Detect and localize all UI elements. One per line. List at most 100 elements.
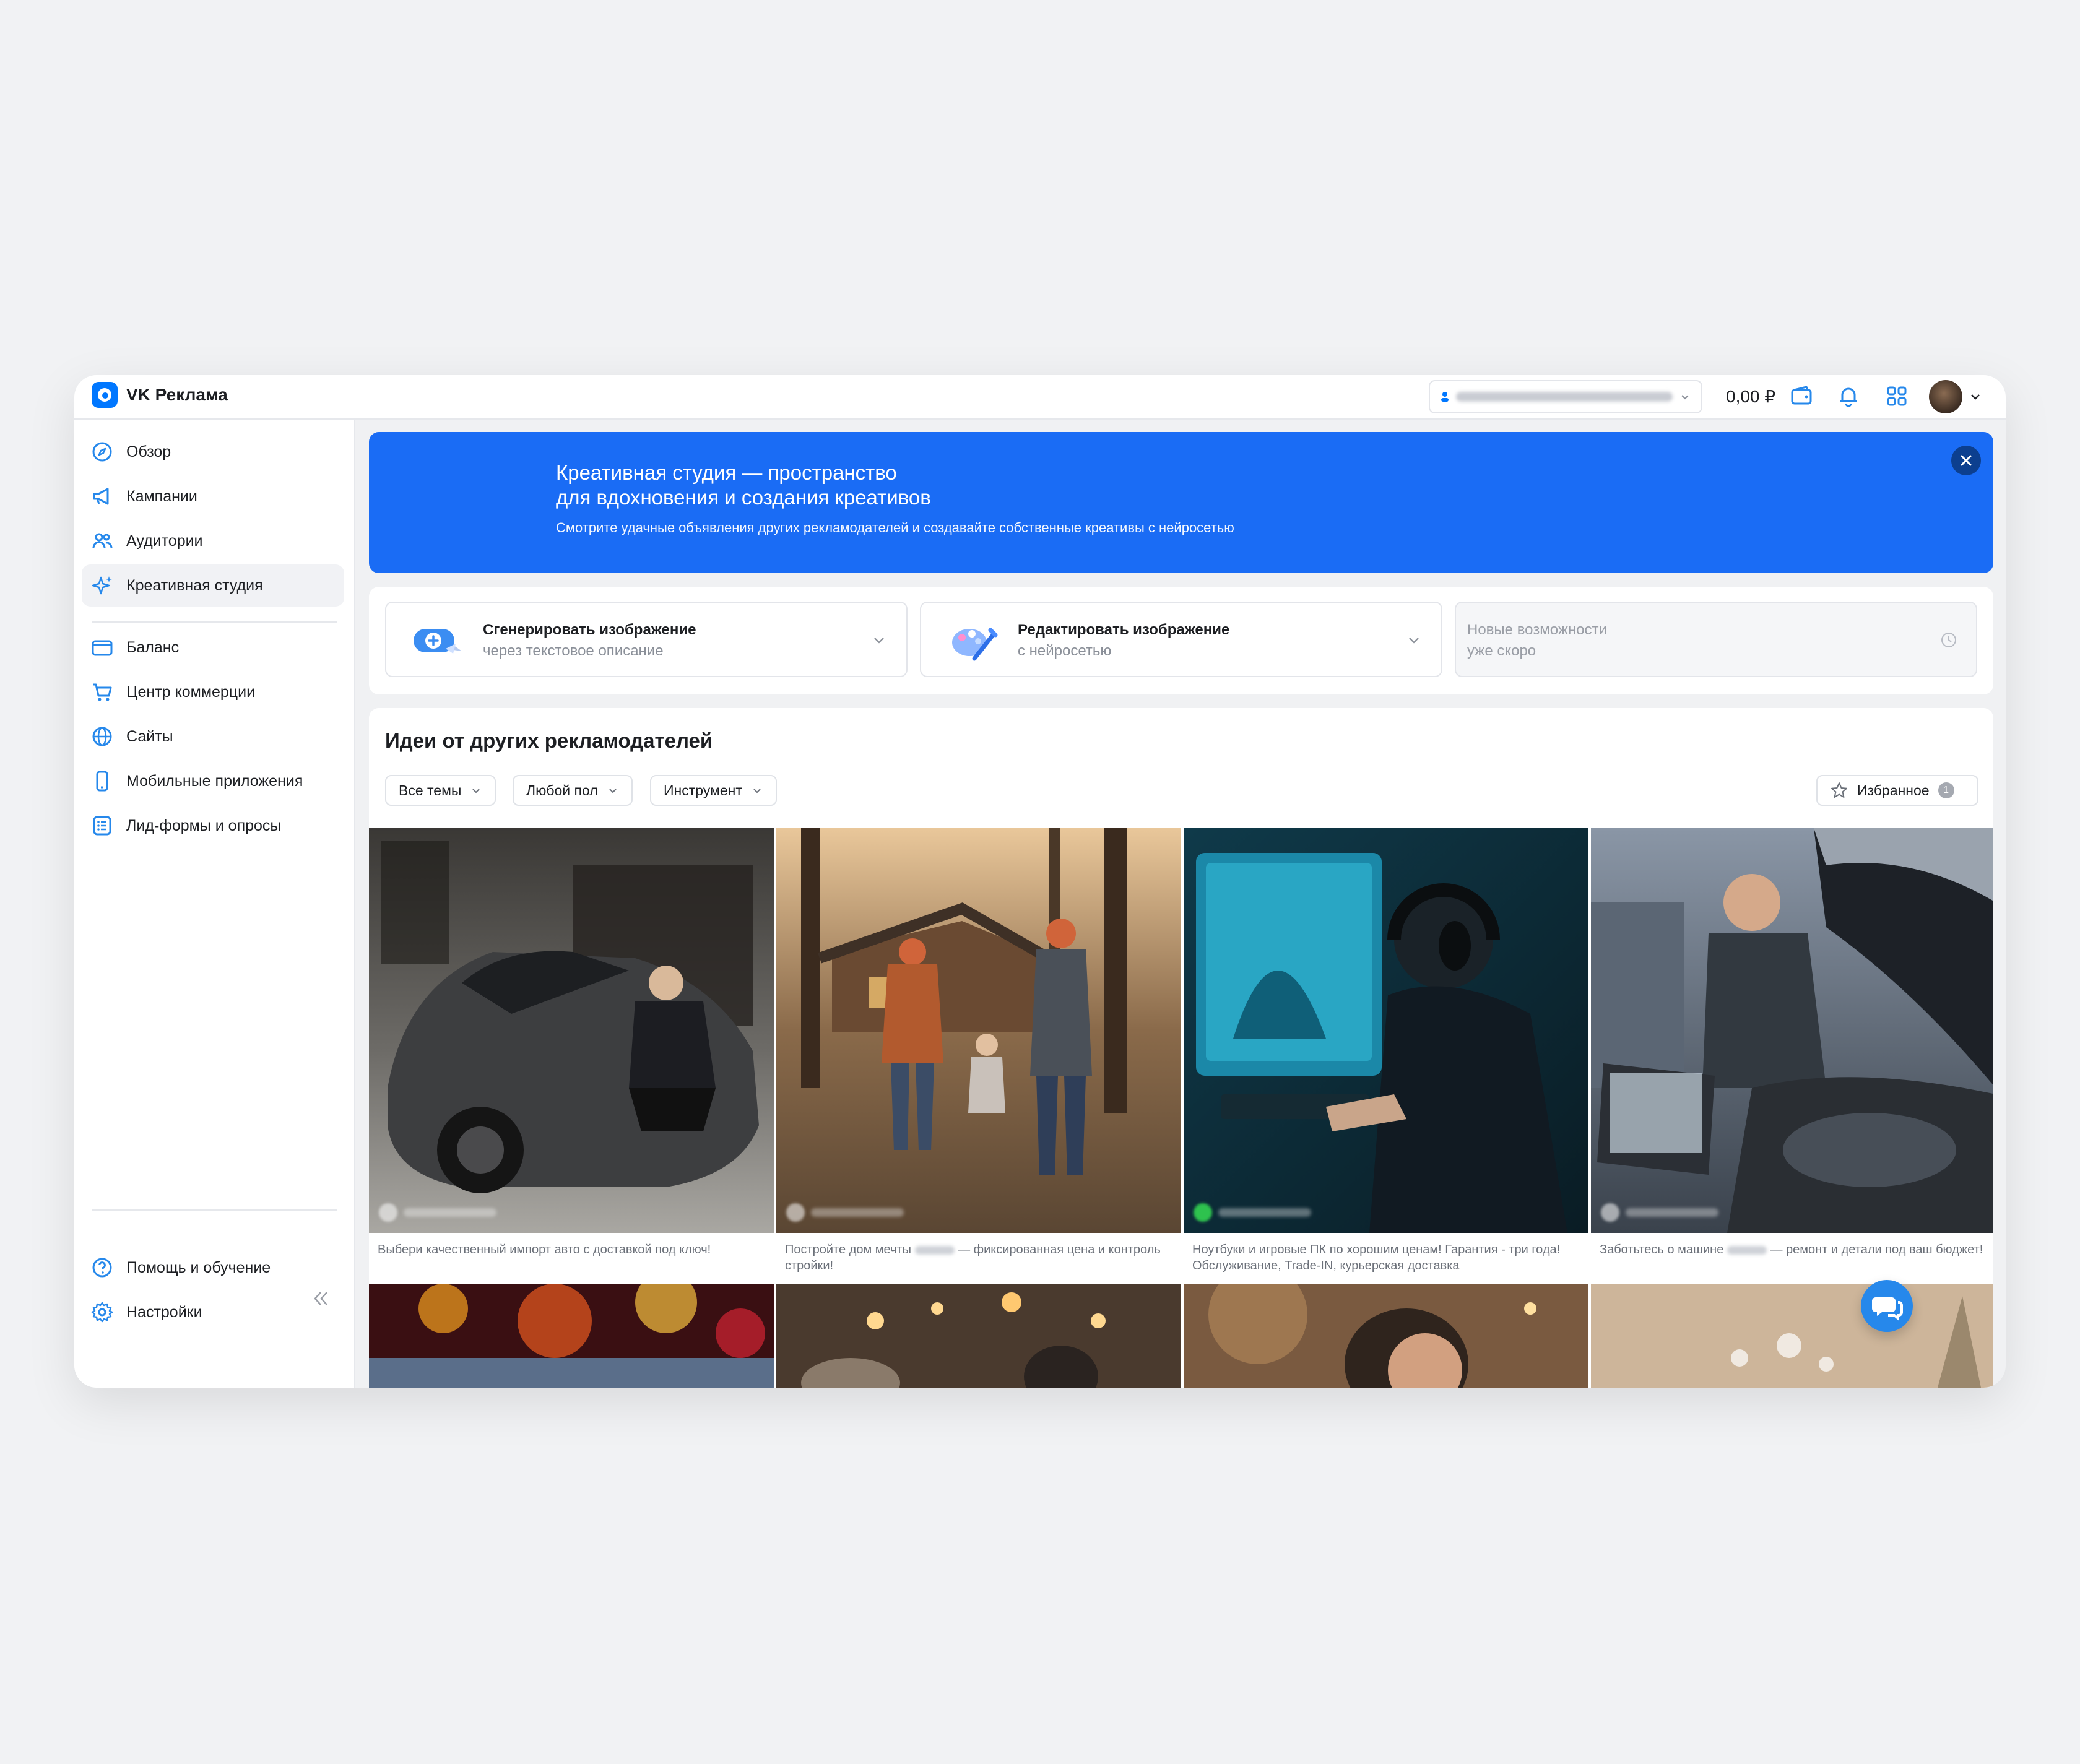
advertiser-watermark [1194,1203,1311,1222]
ad-image-gamer[interactable] [1184,828,1588,1233]
sidebar: Обзор Кампании Аудитории Креативная студ… [74,420,355,1388]
profile-menu[interactable] [1929,380,1982,413]
globe-icon [92,727,112,746]
sidebar-item-label: Мобильные приложения [126,772,303,790]
idea-card-image-partial[interactable] [369,1284,774,1388]
generate-image-icon [414,629,462,654]
favorites-button[interactable]: Избранное 1 [1816,775,1978,806]
form-icon [93,816,111,836]
filter-topics[interactable]: Все темы [385,775,496,806]
phone-icon [96,771,108,792]
wallet-icon[interactable] [1789,384,1814,409]
sidebar-item-label: Аудитории [126,532,203,550]
tool-subtitle: уже скоро [1467,642,1536,659]
sidebar-item-lead-forms[interactable]: Лид-формы и опросы [82,805,344,847]
ad-image-car-showroom[interactable] [369,828,774,1233]
clock-icon [1941,633,1956,647]
user-icon [1441,392,1449,402]
filter-gender[interactable]: Любой пол [513,775,633,806]
ideas-section: Идеи от других рекламодателей Все темы Л… [369,708,1993,1388]
star-icon [1831,782,1847,798]
magic-brush-icon [952,628,998,661]
megaphone-icon [93,488,109,505]
mechanic-image [1591,828,1993,1233]
chevron-down-icon [472,789,480,793]
advertiser-watermark [1601,1203,1718,1222]
cart-icon [93,683,112,701]
wallet-icon [92,640,113,656]
ad-caption: Постройте дом мечты — фиксированная цена… [785,1243,1161,1273]
sidebar-item-label: Обзор [126,443,171,460]
close-banner-button[interactable] [1951,446,1981,475]
sidebar-item-label: Лид-формы и опросы [126,816,282,834]
family-house-image [776,828,1181,1233]
sidebar-item-balance[interactable]: Баланс [82,626,344,668]
idea-card-image-partial[interactable] [776,1284,1181,1388]
chevron-down-icon [1971,394,1980,400]
sidebar-item-label: Центр коммерции [126,683,256,701]
ad-image-family-house[interactable] [776,828,1181,1233]
car-image [369,828,774,1233]
sidebar-item-label: Помощь и обучение [126,1258,271,1276]
section-title: Идеи от других рекламодателей [385,729,713,752]
tool-title: Сгенерировать изображение [483,621,696,638]
logo-text: VK Реклама [126,385,228,404]
sidebar-item-settings[interactable]: Настройки [82,1291,344,1333]
collapse-sidebar-icon[interactable] [308,1286,333,1311]
balance-amount[interactable]: 0,00 ₽ [1726,386,1775,407]
ad-caption: Заботьтесь о машине — ремонт и детали по… [1600,1243,1983,1256]
tool-title: Редактировать изображение [1018,621,1230,638]
tool-subtitle: с нейросетью [1018,642,1112,659]
sidebar-item-overview[interactable]: Обзор [82,431,344,473]
vk-ads-logo[interactable]: VK Реклама [92,382,228,408]
idea-card[interactable]: Ноутбуки и игровые ПК по хорошим ценам! … [1184,828,1588,1276]
close-icon [1961,455,1972,466]
compass-icon [92,442,112,462]
idea-card[interactable]: Заботьтесь о машине — ремонт и детали по… [1591,828,1993,1276]
ad-caption: Выбери качественный импорт авто с достав… [378,1243,711,1256]
sidebar-item-sites[interactable]: Сайты [82,716,344,758]
sidebar-item-commerce-center[interactable]: Центр коммерции [82,671,344,713]
apps-grid-icon[interactable] [1884,384,1909,409]
banner-subtitle: Смотрите удачные объявления других рекла… [556,520,1234,535]
idea-card-image-partial[interactable] [1184,1284,1588,1388]
users-icon [92,533,113,548]
sidebar-divider [92,621,337,623]
advertiser-watermark [786,1203,904,1222]
redacted-brand [914,1245,955,1255]
tool-subtitle: через текстовое описание [483,642,664,659]
sidebar-item-mobile-apps[interactable]: Мобильные приложения [82,760,344,802]
filter-tool[interactable]: Инструмент [650,775,777,806]
chevron-down-icon [1681,395,1689,400]
sidebar-item-campaigns[interactable]: Кампании [82,475,344,517]
idea-card[interactable]: Постройте дом мечты — фиксированная цена… [776,828,1181,1276]
ai-tools-panel: Сгенерировать изображение через текстово… [369,587,1993,694]
edit-image-tool[interactable]: Редактировать изображение с нейросетью [920,602,1442,677]
sparkle-icon [92,576,112,595]
tool-title: Новые возможности [1467,621,1607,638]
help-icon [92,1258,112,1278]
sidebar-divider [92,1209,337,1211]
idea-card-image-partial[interactable] [1591,1284,1993,1388]
generate-image-tool[interactable]: Сгенерировать изображение через текстово… [385,602,908,677]
favorites-count-badge: 1 [1938,782,1954,798]
chevron-down-icon [1409,638,1419,644]
sidebar-item-help[interactable]: Помощь и обучение [82,1247,344,1289]
banner-title: Креативная студия — пространство для вдо… [556,461,931,509]
sidebar-item-creative-studio[interactable]: Креативная студия [82,564,344,607]
sidebar-item-label: Сайты [126,727,173,745]
ad-caption: Ноутбуки и игровые ПК по хорошим ценам! … [1192,1243,1561,1273]
advertiser-watermark [379,1203,496,1222]
bell-icon[interactable] [1836,384,1861,409]
account-selector[interactable] [1429,380,1702,413]
sidebar-item-audiences[interactable]: Аудитории [82,520,344,562]
ad-image-mechanic[interactable] [1591,828,1993,1233]
support-chat-button[interactable] [1861,1280,1913,1332]
chat-icon [1872,1297,1903,1321]
sidebar-item-label: Баланс [126,638,180,656]
sidebar-item-label: Настройки [126,1303,202,1321]
vk-logo-icon [92,382,118,408]
idea-card[interactable]: Выбери качественный импорт авто с достав… [369,828,774,1276]
sidebar-item-label: Кампании [126,487,197,505]
coming-soon-tool: Новые возможности уже скоро [1455,602,1977,677]
